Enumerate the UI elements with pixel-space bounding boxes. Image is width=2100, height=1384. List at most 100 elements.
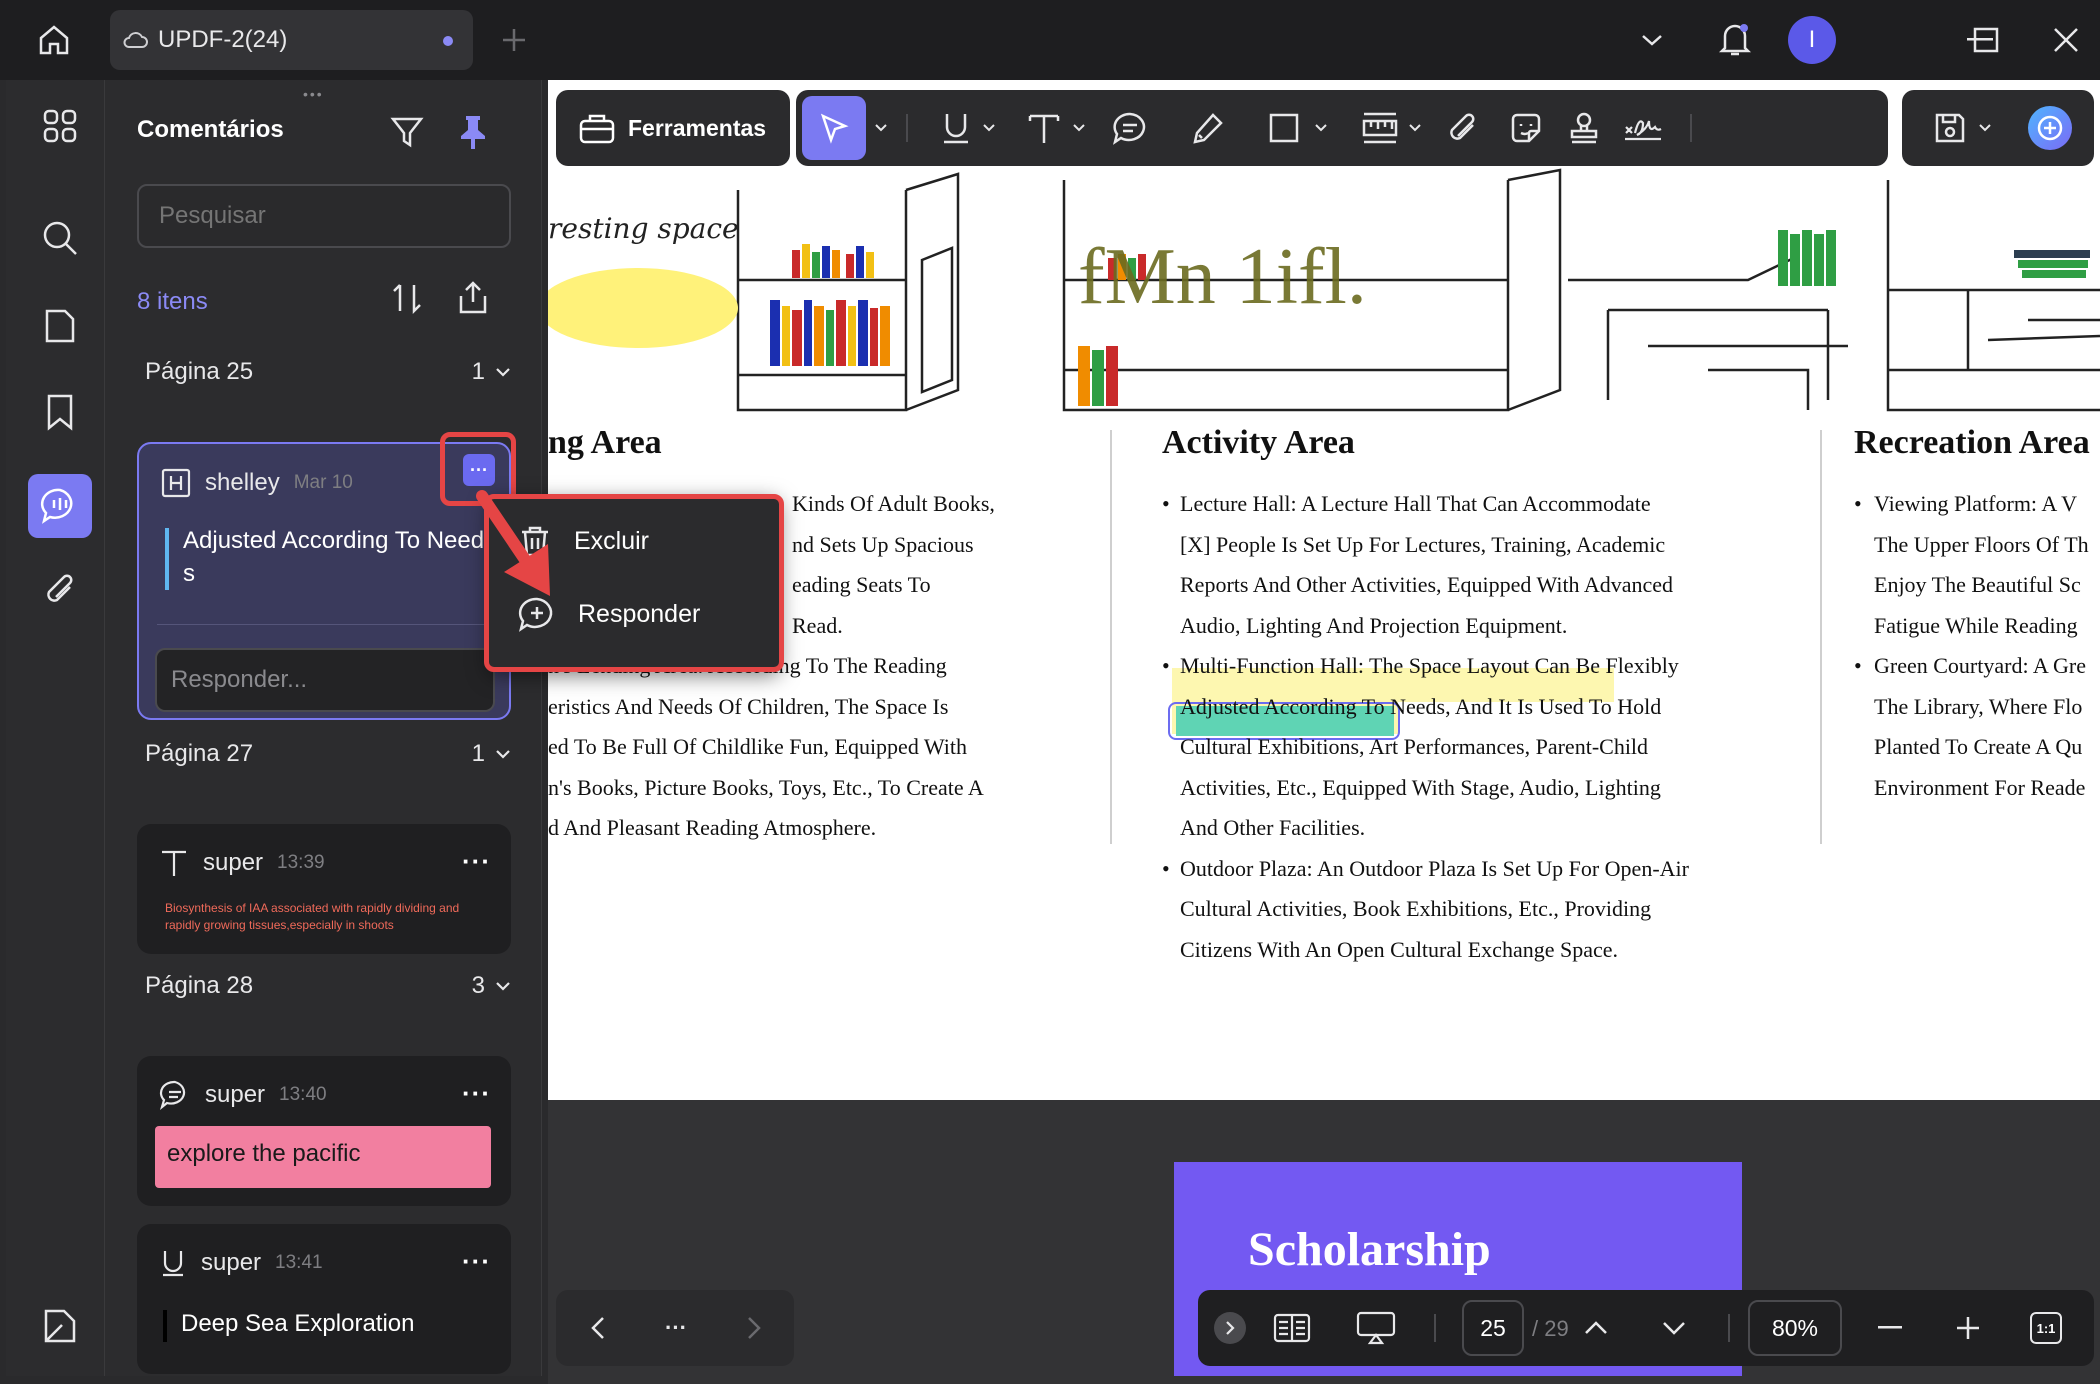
comment-text: Biosynthesis of IAA associated with rapi… — [165, 901, 460, 932]
panel-drag-handle[interactable]: ••• — [303, 86, 324, 102]
document-tab[interactable]: UPDF-2(24) — [110, 10, 473, 70]
bottom-toolbar: 25 / 29 80% 1:1 — [1198, 1290, 2094, 1366]
zoom-input[interactable]: 80% — [1748, 1300, 1842, 1356]
chevron-down-icon[interactable] — [1632, 20, 1672, 60]
red-arrow — [476, 490, 550, 596]
annotation-toolbar — [796, 90, 1888, 166]
maximize-icon[interactable] — [1966, 20, 2006, 60]
text-tool-icon[interactable] — [1022, 90, 1066, 166]
chevron-right-icon[interactable] — [734, 1308, 774, 1348]
chevron-down-icon[interactable] — [1068, 90, 1090, 166]
underline-tool-icon[interactable] — [936, 90, 976, 166]
comment-text: explore the pacific — [155, 1126, 491, 1188]
avatar[interactable]: I — [1788, 16, 1836, 64]
chevron-up-icon[interactable] — [1576, 1308, 1616, 1348]
section-heading: Activity Area — [1162, 424, 1355, 461]
page-number-input[interactable]: 25 — [1462, 1300, 1524, 1356]
chevron-down-icon[interactable] — [1654, 1308, 1694, 1348]
divider — [157, 624, 491, 625]
chevron-down-icon[interactable] — [495, 367, 511, 377]
rectangle-tool-icon[interactable] — [1260, 90, 1308, 166]
comment-text: Deep Sea Exploration — [181, 1310, 415, 1337]
more-options-button[interactable]: ··· — [463, 454, 495, 486]
close-icon[interactable] — [2046, 20, 2086, 60]
cloud-icon — [122, 30, 148, 50]
page-group-label: Página 25 — [145, 358, 254, 385]
section-heading: ng Area — [548, 424, 662, 461]
home-icon[interactable] — [26, 12, 82, 68]
layout-icon[interactable] — [28, 1294, 92, 1358]
zoom-in-icon[interactable] — [1948, 1308, 1988, 1348]
page-group-27[interactable]: Página 27 1 — [145, 740, 511, 768]
chevron-down-icon[interactable] — [495, 749, 511, 759]
new-tab-icon[interactable] — [494, 20, 534, 60]
presentation-icon[interactable] — [1352, 1308, 1400, 1348]
comment-card[interactable]: super 13:41 ··· Deep Sea Exploration — [137, 1224, 511, 1374]
toolbox-icon — [578, 111, 616, 145]
tab-title: UPDF-2(24) — [158, 26, 288, 53]
comment-author: super — [203, 849, 264, 876]
notification-bell-icon[interactable] — [1710, 14, 1760, 64]
page-group-count: 3 — [471, 972, 485, 999]
comment-author: super — [205, 1081, 266, 1108]
comment-time: 13:41 — [275, 1252, 323, 1273]
select-tool-icon[interactable] — [802, 96, 866, 160]
more-options-button[interactable]: ··· — [462, 1078, 491, 1109]
save-icon[interactable] — [1928, 90, 1972, 166]
toolbar-separator — [1434, 1314, 1436, 1342]
page-icon[interactable] — [28, 294, 92, 358]
search-input[interactable] — [137, 184, 511, 248]
comment-card[interactable]: super 13:39 ··· Biosynthesis of IAA asso… — [137, 824, 511, 954]
column-divider — [1820, 430, 1822, 844]
page-group-label: Página 27 — [145, 740, 254, 767]
comment-author: shelley — [205, 469, 280, 496]
image-caption: resting space — [548, 212, 739, 245]
more-options-button[interactable]: ··· — [462, 1246, 491, 1277]
chevron-left-icon[interactable] — [578, 1308, 618, 1348]
total-pages: / 29 — [1532, 1316, 1569, 1341]
comment-time: 13:39 — [277, 852, 325, 873]
bookmark-icon[interactable] — [28, 380, 92, 444]
search-icon[interactable] — [28, 206, 92, 270]
tools-button[interactable]: Ferramentas — [556, 90, 790, 166]
zoom-out-icon[interactable] — [1870, 1308, 1910, 1348]
reply-input[interactable]: Responder... — [155, 648, 495, 712]
column-divider — [1110, 430, 1112, 844]
chevron-down-icon[interactable] — [1974, 90, 1996, 166]
page-group-28[interactable]: Página 28 3 — [145, 972, 511, 1000]
comments-icon[interactable] — [28, 474, 92, 538]
sort-icon[interactable] — [385, 276, 429, 320]
attachment-icon[interactable] — [28, 558, 92, 622]
note-icon — [159, 1080, 191, 1110]
unsaved-dot — [443, 36, 453, 46]
chevron-down-icon[interactable] — [978, 90, 1000, 166]
chevron-down-icon[interactable] — [495, 981, 511, 991]
comment-card[interactable]: super 13:40 ··· explore the pacific — [137, 1056, 511, 1206]
note-tool-icon[interactable] — [1106, 90, 1154, 166]
ai-assistant-icon[interactable] — [2020, 100, 2080, 156]
sticker-tool-icon[interactable] — [1502, 90, 1550, 166]
chevron-down-icon[interactable] — [870, 90, 892, 166]
attachment-tool-icon[interactable] — [1438, 90, 1486, 166]
actual-size-button[interactable]: 1:1 — [2030, 1312, 2062, 1344]
comment-text: Adjusted According To Need s — [183, 527, 485, 587]
left-rail — [6, 80, 104, 1376]
reading-mode-icon[interactable] — [1270, 1308, 1314, 1348]
filter-icon[interactable] — [385, 110, 429, 154]
stamp-tool-icon[interactable] — [1560, 90, 1608, 166]
pencil-tool-icon[interactable] — [1184, 90, 1232, 166]
collapse-icon[interactable] — [1214, 1312, 1246, 1344]
more-pages-button[interactable]: ··· — [654, 1308, 698, 1348]
pin-icon[interactable] — [451, 110, 495, 154]
toolbar-separator — [1728, 1314, 1730, 1342]
page-group-25[interactable]: Página 25 1 — [145, 358, 511, 386]
text-icon — [159, 848, 189, 878]
thumbnails-icon[interactable] — [28, 94, 92, 158]
chevron-down-icon[interactable] — [1404, 90, 1426, 166]
highlight-bar — [165, 528, 169, 590]
export-icon[interactable] — [451, 276, 495, 320]
measure-tool-icon[interactable] — [1356, 90, 1404, 166]
more-options-button[interactable]: ··· — [462, 846, 491, 877]
chevron-down-icon[interactable] — [1310, 90, 1332, 166]
signature-tool-icon[interactable] — [1618, 90, 1668, 166]
